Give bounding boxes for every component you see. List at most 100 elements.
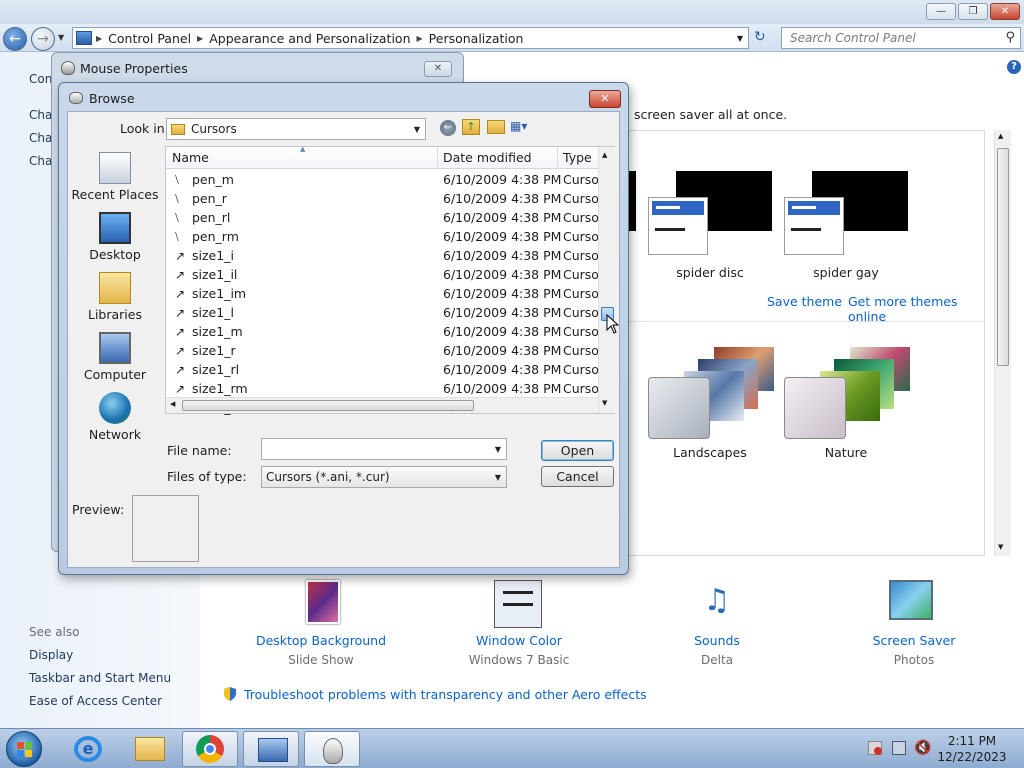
open-button[interactable]: Open bbox=[541, 440, 614, 461]
theme-landscapes[interactable]: Landscapes bbox=[648, 341, 778, 461]
breadcrumb-personalization[interactable]: Personalization bbox=[423, 31, 530, 46]
windows-logo-icon bbox=[17, 742, 24, 749]
file-name: pen_rl bbox=[192, 210, 231, 225]
volume-muted-icon[interactable]: 🔇 bbox=[914, 740, 931, 756]
place-recent-places[interactable]: Recent Places bbox=[69, 152, 161, 202]
file-date: 6/10/2009 4:38 PM bbox=[443, 229, 562, 244]
see-also-ease-of-access-link[interactable]: Ease of Access Center bbox=[29, 694, 162, 708]
back-folder-button[interactable]: ← bbox=[440, 120, 456, 136]
recent-pages-dropdown[interactable]: ▼ bbox=[58, 33, 64, 42]
address-bar[interactable]: ▶ Control Panel ▶ Appearance and Persona… bbox=[72, 27, 749, 49]
file-row[interactable]: ↗ size1_l 6/10/2009 4:38 PM Cursor bbox=[166, 304, 604, 323]
window-color-item[interactable]: Window Color Windows 7 Basic bbox=[424, 578, 614, 673]
start-button[interactable] bbox=[6, 731, 42, 767]
left-link-truncated[interactable]: Cha bbox=[29, 131, 52, 145]
save-theme-link[interactable]: Save theme bbox=[767, 294, 842, 309]
taskbar-mouse-properties[interactable] bbox=[304, 731, 360, 767]
file-list-vertical-scrollbar[interactable]: ▲ ▼ bbox=[598, 147, 615, 413]
file-name-input[interactable]: ▼ bbox=[261, 438, 507, 460]
see-also-taskbar-link[interactable]: Taskbar and Start Menu bbox=[29, 671, 171, 685]
desktop-background-link[interactable]: Desktop Background bbox=[226, 633, 416, 648]
scroll-down-icon[interactable]: ▼ bbox=[998, 543, 1003, 551]
network-status-icon[interactable] bbox=[892, 741, 906, 755]
file-name-label: File name: bbox=[167, 443, 232, 458]
scroll-up-icon[interactable]: ▲ bbox=[602, 151, 607, 159]
address-dropdown-icon[interactable]: ▼ bbox=[737, 34, 743, 43]
minimize-button[interactable]: — bbox=[926, 3, 956, 20]
file-row[interactable]: ↗ size1_il 6/10/2009 4:38 PM Cursor bbox=[166, 266, 604, 285]
taskbar-windows-explorer[interactable] bbox=[121, 731, 177, 767]
resize-cursor-icon: ↗ bbox=[175, 287, 186, 301]
mouse-properties-close-button[interactable]: ✕ bbox=[424, 61, 452, 77]
column-header-date-modified[interactable]: Date modified bbox=[443, 150, 532, 165]
file-row[interactable]: ↗ size1_r 6/10/2009 4:38 PM Cursor bbox=[166, 342, 604, 361]
browse-close-button[interactable]: ✕ bbox=[589, 90, 621, 108]
forward-button[interactable]: → bbox=[31, 27, 55, 51]
left-link-truncated[interactable]: Cha bbox=[29, 154, 52, 168]
theme-spider-disc[interactable]: spider disc bbox=[648, 169, 778, 280]
get-more-themes-link[interactable]: Get more themes online bbox=[848, 294, 984, 324]
file-list-horizontal-scrollbar[interactable]: ◀ bbox=[166, 397, 598, 413]
refresh-icon[interactable]: ↻ bbox=[754, 29, 766, 45]
file-date: 6/10/2009 4:38 PM bbox=[443, 191, 562, 206]
back-button[interactable]: ← bbox=[3, 27, 27, 51]
scroll-thumb[interactable] bbox=[997, 148, 1009, 366]
file-row[interactable]: ⧵ pen_r 6/10/2009 4:38 PM Cursor bbox=[166, 190, 604, 209]
file-date: 6/10/2009 4:38 PM bbox=[443, 210, 562, 225]
close-button[interactable]: ✕ bbox=[990, 3, 1020, 20]
breadcrumb-control-panel[interactable]: Control Panel bbox=[102, 31, 197, 46]
action-center-icon[interactable] bbox=[868, 741, 882, 755]
files-of-type-dropdown[interactable]: Cursors (*.ani, *.cur) ▼ bbox=[261, 466, 507, 488]
screen-saver-link[interactable]: Screen Saver bbox=[819, 633, 1009, 648]
see-also-display-link[interactable]: Display bbox=[29, 648, 73, 662]
taskbar-chrome[interactable] bbox=[182, 731, 238, 767]
scroll-left-icon[interactable]: ◀ bbox=[170, 400, 175, 408]
system-clock[interactable]: 2:11 PM 12/22/2023 bbox=[930, 733, 1014, 765]
file-row[interactable]: ⧵ pen_rm 6/10/2009 4:38 PM Cursor bbox=[166, 228, 604, 247]
theme-nature[interactable]: Nature bbox=[784, 341, 914, 461]
file-list[interactable]: ▲ Name Date modified Type ⧵ pen_m 6/10/200… bbox=[165, 145, 615, 415]
column-header-type[interactable]: Type bbox=[563, 150, 592, 165]
file-row[interactable]: ⧵ pen_rl 6/10/2009 4:38 PM Cursor bbox=[166, 209, 604, 228]
file-row[interactable]: ↗ size1_im 6/10/2009 4:38 PM Cursor bbox=[166, 285, 604, 304]
theme-spider-gay[interactable]: spider gay bbox=[784, 169, 914, 280]
left-link-truncated[interactable]: Cha bbox=[29, 108, 52, 122]
sounds-link[interactable]: Sounds bbox=[622, 633, 812, 648]
window-color-link[interactable]: Window Color bbox=[424, 633, 614, 648]
sounds-item[interactable]: ♫ Sounds Delta bbox=[622, 578, 812, 673]
file-row[interactable]: ↗ size1_m 6/10/2009 4:38 PM Cursor bbox=[166, 323, 604, 342]
file-row[interactable]: ↗ size1_rl 6/10/2009 4:38 PM Cursor bbox=[166, 361, 604, 380]
up-one-level-button[interactable]: ↑ bbox=[462, 119, 480, 135]
help-icon[interactable]: ? bbox=[1007, 60, 1021, 74]
troubleshoot-aero-link[interactable]: Troubleshoot problems with transparency … bbox=[244, 687, 647, 702]
place-libraries[interactable]: Libraries bbox=[69, 272, 161, 322]
place-network[interactable]: Network bbox=[69, 392, 161, 442]
desktop-background-item[interactable]: Desktop Background Slide Show bbox=[226, 578, 416, 673]
search-input[interactable]: Search Control Panel ⚲ bbox=[781, 27, 1021, 49]
themes-scrollbar[interactable]: ▲ ▼ bbox=[994, 130, 1011, 556]
file-row[interactable]: ⧵ pen_m 6/10/2009 4:38 PM Cursor bbox=[166, 171, 604, 190]
view-menu-button[interactable]: ▦▾ bbox=[510, 119, 536, 135]
restore-button[interactable]: ❐ bbox=[958, 3, 988, 20]
breadcrumb-appearance[interactable]: Appearance and Personalization bbox=[203, 31, 416, 46]
scroll-down-icon[interactable]: ▼ bbox=[602, 399, 607, 407]
place-desktop[interactable]: Desktop bbox=[69, 212, 161, 262]
dropdown-arrow-icon[interactable]: ▼ bbox=[490, 445, 506, 454]
column-header-name[interactable]: Name bbox=[172, 150, 209, 165]
taskbar-internet-explorer[interactable]: e bbox=[60, 731, 116, 767]
scroll-up-icon[interactable]: ▲ bbox=[998, 132, 1003, 140]
place-computer[interactable]: Computer bbox=[69, 332, 161, 382]
control-panel-icon bbox=[76, 31, 92, 45]
scroll-thumb[interactable] bbox=[182, 400, 474, 411]
resize-cursor-icon: ↗ bbox=[175, 325, 186, 339]
taskbar-control-panel[interactable] bbox=[243, 731, 299, 767]
look-in-dropdown[interactable]: Cursors ▼ bbox=[166, 118, 426, 140]
file-row[interactable]: ↗ size1_i 6/10/2009 4:38 PM Cursor bbox=[166, 247, 604, 266]
navigation-bar: ← → ▼ ▶ Control Panel ▶ Appearance and P… bbox=[0, 24, 1024, 52]
pen-cursor-icon: ⧵ bbox=[175, 230, 179, 244]
new-folder-button[interactable] bbox=[487, 120, 505, 134]
desktop-icon bbox=[99, 212, 131, 244]
left-link-truncated[interactable]: Con bbox=[29, 72, 52, 86]
screen-saver-item[interactable]: Screen Saver Photos bbox=[819, 578, 1009, 673]
cancel-button[interactable]: Cancel bbox=[541, 466, 614, 487]
